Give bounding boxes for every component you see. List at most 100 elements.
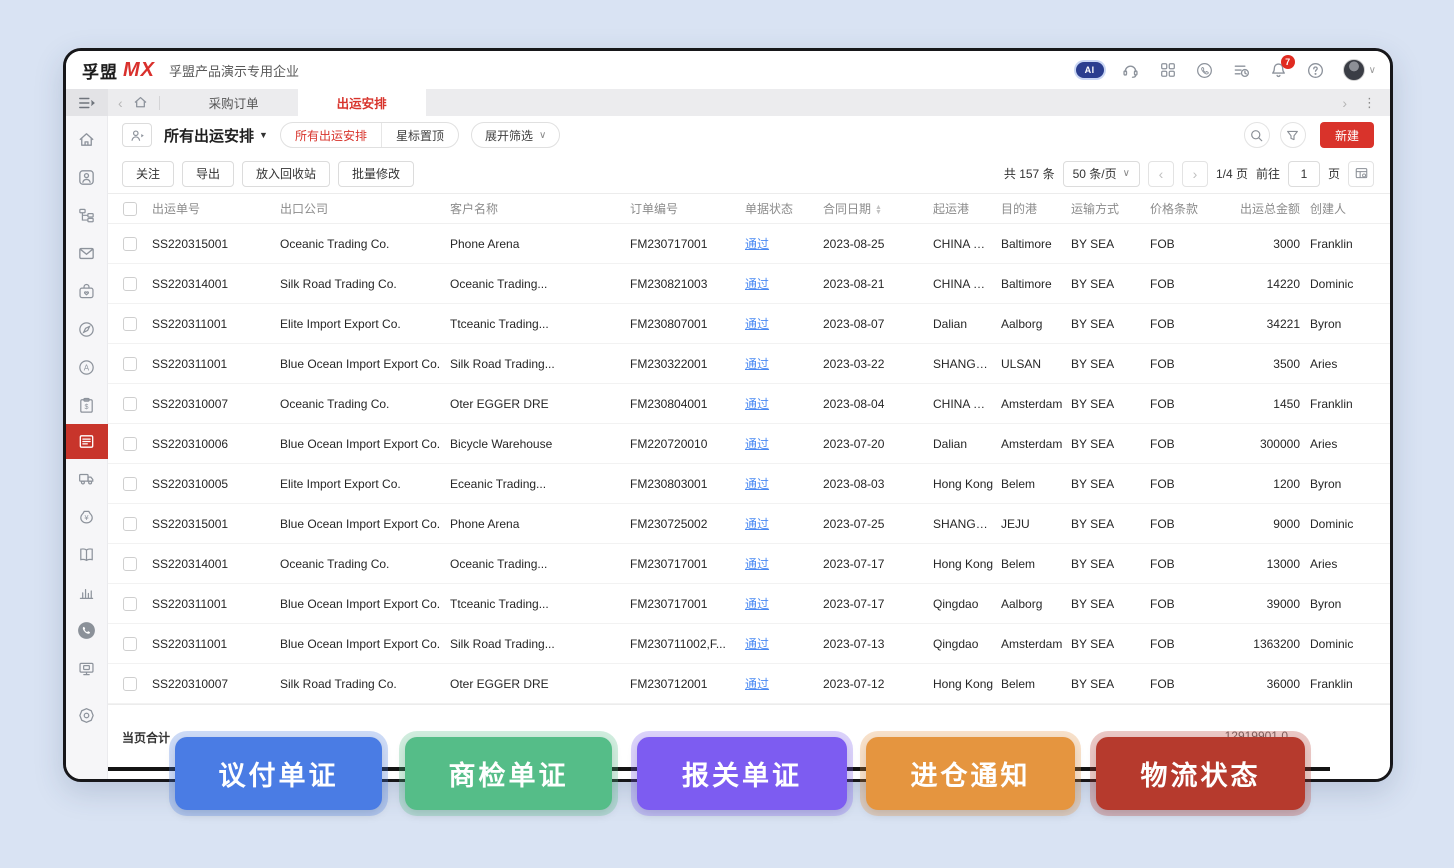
sidebar-item-finance-clipboard[interactable]: $ [66,386,108,424]
sidebar-item-work-bag[interactable] [66,272,108,310]
table-row[interactable]: SS220311001Elite Import Export Co.Ttcean… [108,304,1390,344]
column-settings-icon[interactable] [1348,161,1374,187]
sidebar-collapse-icon[interactable] [66,89,108,116]
goto-page-input[interactable] [1288,161,1320,187]
table-row[interactable]: SS220311001Blue Ocean Import Export Co.S… [108,624,1390,664]
row-checkbox[interactable] [123,517,137,531]
status-link[interactable]: 通过 [745,637,769,651]
toolbar-button-4[interactable]: 批量修改 [338,161,414,187]
row-checkbox[interactable] [123,677,137,691]
segment-2[interactable]: 星标置顶 [381,123,458,147]
cell-pod: Amsterdam [1001,637,1071,651]
sidebar-item-devices[interactable] [66,649,108,687]
select-all-checkbox[interactable] [123,202,137,216]
row-checkbox[interactable] [123,237,137,251]
filter-funnel-icon[interactable] [1280,122,1306,148]
column-header[interactable]: 合同日期▲▼ [823,200,933,217]
sidebar-item-home[interactable] [66,120,108,158]
table-row[interactable]: SS220310007Silk Road Trading Co.Oter EGG… [108,664,1390,704]
sidebar-item-whatsapp[interactable] [66,611,108,649]
status-link[interactable]: 通过 [745,317,769,331]
row-checkbox[interactable] [123,437,137,451]
sidebar-item-funds[interactable]: ¥ [66,497,108,535]
status-link[interactable]: 通过 [745,517,769,531]
status-link[interactable]: 通过 [745,557,769,571]
sidebar-item-reports[interactable] [66,573,108,611]
flow-button-5[interactable]: 物流状态 [1096,737,1305,810]
table-row[interactable]: SS220314001Oceanic Trading Co.Oceanic Tr… [108,544,1390,584]
view-selector[interactable]: 所有出运安排 ▼ [164,125,268,146]
status-link[interactable]: 通过 [745,477,769,491]
row-checkbox[interactable] [123,557,137,571]
table-row[interactable]: SS220311001Blue Ocean Import Export Co.S… [108,344,1390,384]
table-row[interactable]: SS220310007Oceanic Trading Co.Oter EGGER… [108,384,1390,424]
task-history-icon[interactable] [1232,60,1252,80]
status-link[interactable]: 通过 [745,597,769,611]
table-row[interactable]: SS220315001Oceanic Trading Co.Phone Aren… [108,224,1390,264]
sidebar-item-shipping-docs[interactable] [66,424,108,459]
row-checkbox[interactable] [123,597,137,611]
row-checkbox[interactable] [123,277,137,291]
page-size-select[interactable]: 50 条/页 ∨ [1063,161,1140,187]
sidebar-item-settings[interactable] [66,696,108,734]
sidebar-item-mail[interactable] [66,234,108,272]
prev-page-button[interactable]: ‹ [1148,161,1174,187]
cell-amount: 300000 [1226,437,1310,451]
expand-filter-button[interactable]: 展开筛选 ∨ [471,122,560,148]
search-icon[interactable] [1244,122,1270,148]
status-link[interactable]: 通过 [745,677,769,691]
sidebar-item-ledger[interactable] [66,535,108,573]
table-row[interactable]: SS220310006Blue Ocean Import Export Co.B… [108,424,1390,464]
sidebar-item-truck[interactable] [66,459,108,497]
flow-button-1[interactable]: 议付单证 [175,737,382,810]
tab-1[interactable]: 采购订单 [170,89,298,116]
tab-2[interactable]: 出运安排 [298,89,426,116]
row-checkbox[interactable] [123,637,137,651]
cell-order: FM230717001 [630,557,745,571]
ai-assistant-icon[interactable]: AI [1076,62,1104,78]
toolbar-button-1[interactable]: 关注 [122,161,174,187]
row-checkbox[interactable] [123,397,137,411]
next-page-button[interactable]: › [1182,161,1208,187]
tab-menu-icon[interactable]: ⋮ [1363,95,1376,111]
nav-back-icon[interactable]: ‹ [118,95,123,111]
table-row[interactable]: SS220310005Elite Import Export Co.Eceani… [108,464,1390,504]
flow-button-4[interactable]: 进仓通知 [866,737,1075,810]
status-link[interactable]: 通过 [745,437,769,451]
apps-grid-icon[interactable] [1158,60,1178,80]
sidebar-item-compass[interactable] [66,310,108,348]
owner-filter-icon[interactable] [122,123,152,147]
tab-scroll-right-icon[interactable]: › [1342,95,1347,111]
row-checkbox[interactable] [123,477,137,491]
create-button[interactable]: 新建 [1320,122,1374,148]
column-header: 出运单号 [152,200,280,217]
status-link[interactable]: 通过 [745,277,769,291]
cell-status: 通过 [745,355,823,372]
notifications-bell-icon[interactable]: 7 [1269,60,1289,80]
status-link[interactable]: 通过 [745,397,769,411]
flow-button-3[interactable]: 报关单证 [637,737,847,810]
sort-icon[interactable]: ▲▼ [875,205,882,215]
user-avatar[interactable]: ∨ [1343,59,1376,81]
table-row[interactable]: SS220315001Blue Ocean Import Export Co.P… [108,504,1390,544]
table-row[interactable]: SS220311001Blue Ocean Import Export Co.T… [108,584,1390,624]
home-tab-icon[interactable] [131,93,151,113]
sidebar-item-target-a[interactable]: A [66,348,108,386]
toolbar-button-3[interactable]: 放入回收站 [242,161,330,187]
headset-support-icon[interactable] [1121,60,1141,80]
toolbar-button-2[interactable]: 导出 [182,161,234,187]
flow-button-2[interactable]: 商检单证 [405,737,612,810]
svg-text:¥: ¥ [84,512,89,521]
help-icon[interactable] [1306,60,1326,80]
whatsapp-icon[interactable] [1195,60,1215,80]
segment-1[interactable]: 所有出运安排 [281,123,381,147]
row-checkbox[interactable] [123,317,137,331]
table-row[interactable]: SS220314001Silk Road Trading Co.Oceanic … [108,264,1390,304]
sidebar-item-contacts[interactable] [66,158,108,196]
column-header: 价格条款 [1150,200,1226,217]
status-link[interactable]: 通过 [745,237,769,251]
status-link[interactable]: 通过 [745,357,769,371]
row-checkbox[interactable] [123,357,137,371]
notification-badge: 7 [1281,55,1295,69]
sidebar-item-org-structure[interactable] [66,196,108,234]
